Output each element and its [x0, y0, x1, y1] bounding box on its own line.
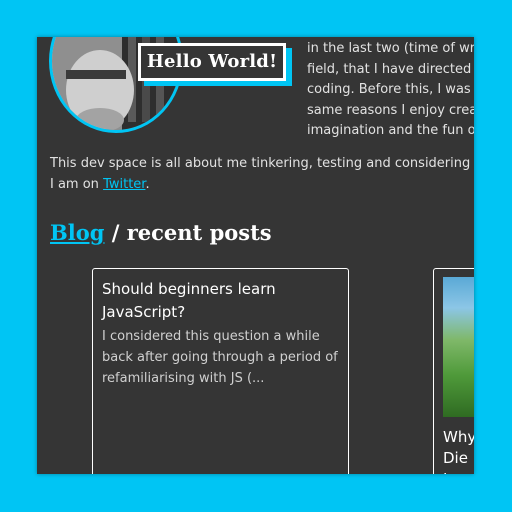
post-title[interactable]: Die	[443, 448, 468, 469]
blog-heading: Blog / recent posts	[50, 220, 272, 245]
intro-line: coding. Before this, I was	[307, 82, 471, 97]
main-panel: Hello World! in the last two (time of wr…	[37, 37, 474, 474]
blog-link[interactable]: Blog	[50, 220, 104, 245]
intro-text: in the last two (time of wr field, that …	[307, 39, 474, 142]
post-card[interactable]: Why Die I	[433, 268, 474, 474]
post-title[interactable]: Should beginners learn JavaScript?	[102, 278, 348, 324]
post-title[interactable]: I	[443, 469, 447, 474]
intro-line: same reasons I enjoy crea	[307, 102, 474, 118]
devspace-line: This dev space is all about me tinkering…	[50, 156, 474, 171]
post-card[interactable]: Should beginners learn JavaScript? I con…	[92, 268, 349, 474]
intro-line: in the last two (time of wr	[307, 41, 474, 56]
post-excerpt: I considered this question a while back …	[102, 329, 338, 386]
post-thumbnail	[443, 277, 474, 417]
devspace-suffix: .	[145, 176, 150, 192]
post-title[interactable]: Why	[443, 427, 474, 448]
intro-line: field, that I have directed	[307, 61, 472, 77]
greeting-badge: Hello World!	[138, 43, 286, 81]
devspace-paragraph: This dev space is all about me tinkering…	[50, 154, 474, 195]
devspace-line-2: I am on Twitter.	[50, 175, 474, 196]
twitter-link[interactable]: Twitter	[103, 177, 145, 192]
intro-line: imagination and the fun of	[307, 123, 474, 138]
blog-heading-suffix: / recent posts	[104, 220, 272, 245]
devspace-prefix: I am on	[50, 176, 104, 192]
